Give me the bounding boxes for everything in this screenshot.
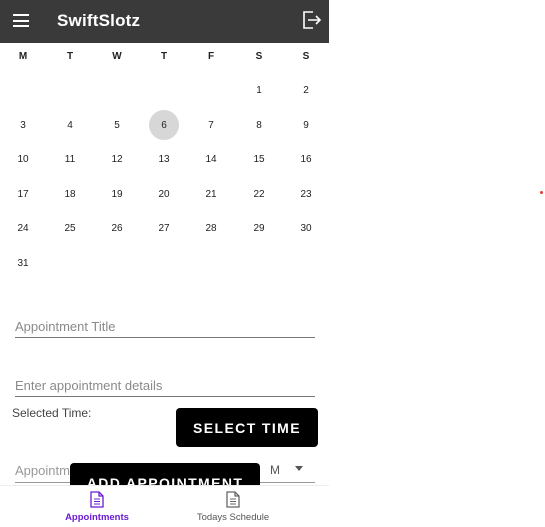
calendar-day[interactable]: 30	[291, 213, 321, 243]
calendar-day[interactable]: 15	[244, 144, 274, 174]
calendar-day[interactable]: 26	[102, 213, 132, 243]
document-icon	[226, 491, 240, 508]
appointment-type-placeholder: Appointm	[15, 463, 70, 478]
calendar-day[interactable]: 22	[244, 179, 274, 209]
bottom-navigation: Appointments Todays Schedule	[0, 485, 329, 527]
calendar-day[interactable]: 14	[196, 144, 226, 174]
calendar-day[interactable]: 21	[196, 179, 226, 209]
calendar-day[interactable]: 25	[55, 213, 85, 243]
calendar-day[interactable]: 29	[244, 213, 274, 243]
nav-todays-schedule-label: Todays Schedule	[196, 512, 270, 523]
calendar-day[interactable]: 2	[291, 75, 321, 105]
calendar-day[interactable]: 9	[291, 110, 321, 140]
calendar-day[interactable]: 20	[149, 179, 179, 209]
calendar-day[interactable]: 23	[291, 179, 321, 209]
appointment-title-input[interactable]	[15, 315, 315, 337]
calendar-day[interactable]: 11	[55, 144, 85, 174]
app-title: SwiftSlotz	[57, 11, 141, 30]
appointment-details-field[interactable]	[15, 374, 315, 397]
document-icon	[90, 491, 104, 508]
calendar-day[interactable]: 4	[55, 110, 85, 140]
nav-todays-schedule[interactable]: Todays Schedule	[173, 491, 293, 523]
app-screen: SwiftSlotz MTWTFSS 1 2 3 4 5 6 7 8 9 10 11 12 13 14 15…	[0, 0, 329, 527]
calendar-day[interactable]: 13	[149, 144, 179, 174]
app-bar: SwiftSlotz	[0, 0, 329, 43]
calendar-day[interactable]: 5	[102, 110, 132, 140]
calendar-day[interactable]: 28	[196, 213, 226, 243]
weekday-label: T	[66, 51, 74, 62]
indicator-dot	[540, 191, 543, 194]
select-time-button[interactable]: SELECT TIME	[176, 408, 318, 447]
appointment-title-field[interactable]	[15, 315, 315, 338]
calendar-day[interactable]: 24	[8, 213, 38, 243]
weekday-label: T	[160, 51, 168, 62]
calendar-day[interactable]: 18	[55, 179, 85, 209]
weekday-label: F	[207, 51, 215, 62]
weekday-label: S	[302, 51, 310, 62]
appointment-details-input[interactable]	[15, 374, 315, 396]
calendar-day[interactable]: 12	[102, 144, 132, 174]
nav-appointments[interactable]: Appointments	[37, 491, 157, 523]
calendar-day[interactable]: 1	[244, 75, 274, 105]
weekday-label: S	[255, 51, 263, 62]
nav-appointments-label: Appointments	[65, 512, 129, 523]
calendar-day[interactable]: 3	[8, 110, 38, 140]
calendar-day[interactable]: 16	[291, 144, 321, 174]
calendar-day-selected[interactable]: 6	[149, 110, 179, 140]
calendar-day[interactable]: 19	[102, 179, 132, 209]
calendar-day[interactable]: 7	[196, 110, 226, 140]
dropdown-arrow-icon[interactable]	[295, 466, 303, 471]
calendar-day[interactable]: 8	[244, 110, 274, 140]
logout-icon[interactable]	[300, 9, 322, 31]
calendar-day[interactable]: 10	[8, 144, 38, 174]
weekday-label: M	[18, 51, 28, 62]
weekday-label: W	[112, 51, 122, 62]
calendar-day[interactable]: 31	[8, 248, 38, 278]
calendar-day[interactable]: 27	[149, 213, 179, 243]
appointment-type-value: M	[270, 463, 280, 477]
calendar-day[interactable]: 17	[8, 179, 38, 209]
selected-time-label: Selected Time:	[12, 406, 92, 420]
hamburger-menu-icon[interactable]	[13, 14, 29, 27]
